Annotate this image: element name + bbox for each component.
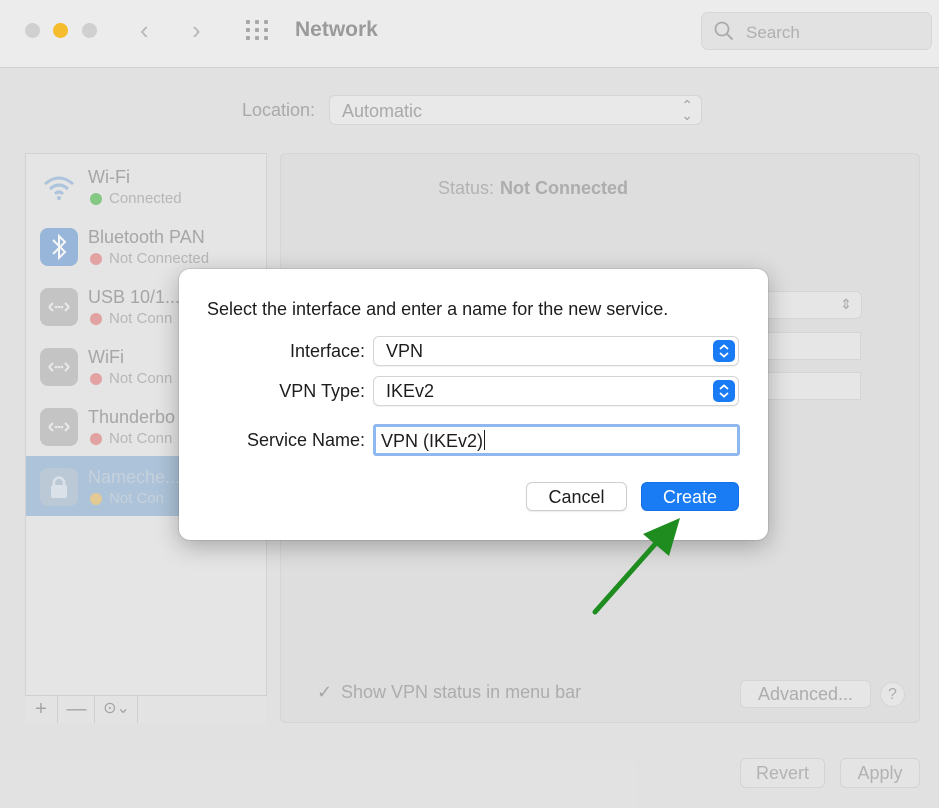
- vpn-type-select[interactable]: IKEv2: [373, 376, 739, 406]
- new-service-sheet: Select the interface and enter a name fo…: [179, 269, 768, 540]
- search-placeholder: Search: [746, 23, 800, 42]
- chevron-updown-icon: [713, 380, 735, 402]
- forward-button[interactable]: ›: [192, 15, 201, 45]
- title-bar: ‹ › Network Search: [0, 0, 939, 68]
- show-all-grid-icon[interactable]: [246, 20, 274, 42]
- interface-select[interactable]: VPN: [373, 336, 739, 366]
- window-title: Network: [295, 18, 378, 41]
- vpn-type-label: VPN Type:: [279, 381, 365, 401]
- interface-label: Interface:: [289, 341, 365, 361]
- cancel-button[interactable]: Cancel: [526, 482, 627, 511]
- zoom-window-button[interactable]: [82, 23, 97, 38]
- search-icon: [714, 21, 734, 41]
- close-window-button[interactable]: [25, 23, 40, 38]
- create-button[interactable]: Create: [641, 482, 739, 511]
- system-preferences-window: ‹ › Network Search Location: Automatic ⌃…: [0, 0, 939, 808]
- vpn-type-value: IKEv2: [386, 381, 435, 401]
- annotation-arrow-icon: [592, 518, 680, 615]
- interface-value: VPN: [386, 341, 424, 361]
- minimize-window-button[interactable]: [53, 23, 68, 38]
- search-field[interactable]: Search: [701, 12, 932, 50]
- chevron-updown-icon: [713, 340, 735, 362]
- service-name-value: VPN (IKEv2): [381, 430, 486, 451]
- back-button[interactable]: ‹: [140, 15, 149, 45]
- service-name-label: Service Name:: [246, 430, 365, 450]
- service-name-input[interactable]: VPN (IKEv2): [373, 424, 740, 456]
- dialog-message: Select the interface and enter a name fo…: [207, 299, 669, 319]
